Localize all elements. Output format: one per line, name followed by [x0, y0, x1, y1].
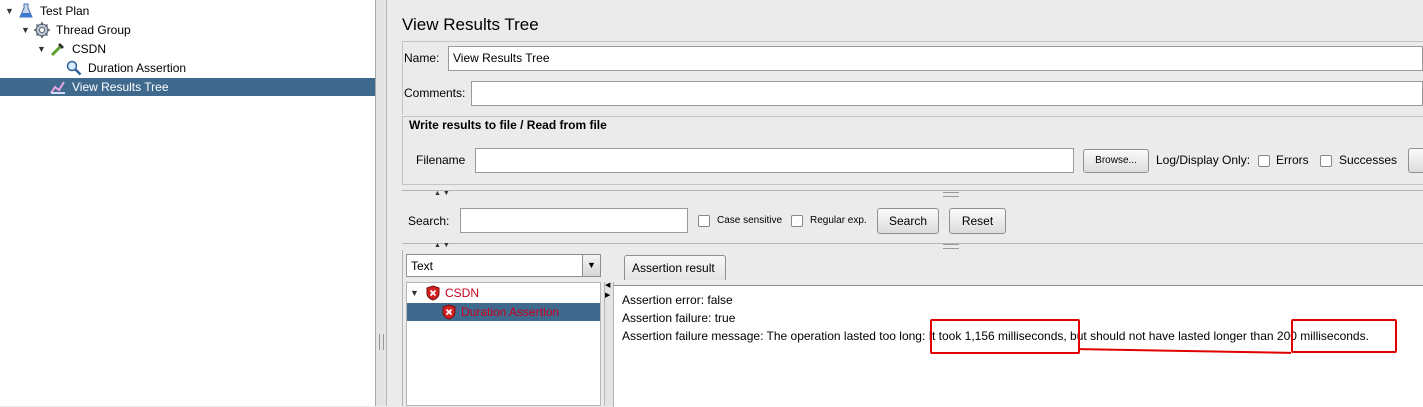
annotation-box-duration: [930, 319, 1080, 354]
case-sensitive-label: Case sensitive: [717, 215, 783, 226]
split-handle-icon[interactable]: [943, 192, 959, 197]
renderer-select[interactable]: Text ▼: [406, 254, 601, 277]
search-button[interactable]: Search: [877, 208, 939, 234]
tree-item-test-plan[interactable]: ▼ Test Plan: [0, 2, 375, 20]
file-section-title: Write results to file / Read from file: [409, 118, 607, 132]
renderer-selected-value: Text: [411, 259, 434, 273]
tree-item-thread-group[interactable]: ▼ Thread Group: [0, 21, 375, 39]
pane-splitter[interactable]: [376, 0, 387, 406]
name-label: Name:: [404, 51, 440, 65]
log-display-label: Log/Display Only:: [1156, 153, 1251, 167]
tree-item-label: Test Plan: [40, 4, 90, 18]
tree-item-csdn[interactable]: ▼ CSDN: [0, 40, 375, 58]
result-node-label: Duration Assertion: [461, 305, 560, 319]
regular-exp-checkbox[interactable]: [791, 215, 803, 227]
browse-button[interactable]: Browse...: [1083, 149, 1149, 173]
test-plan-tree: ▼ Test Plan ▼ Thread Group ▼ CSDN Durati…: [0, 0, 376, 406]
chevron-down-icon[interactable]: ▼: [582, 255, 600, 276]
tree-item-label: Thread Group: [56, 23, 131, 37]
error-shield-icon: [426, 285, 440, 301]
errors-label: Errors: [1276, 153, 1309, 167]
comments-label: Comments:: [404, 86, 466, 100]
regular-exp-label: Regular exp.: [810, 215, 867, 226]
collapse-left-arrow-icon[interactable]: ◀: [605, 282, 610, 290]
expand-collapse-arrows-icon[interactable]: ▲▼: [434, 190, 452, 197]
splitter-grip[interactable]: [379, 334, 384, 350]
tree-item-view-results-tree[interactable]: View Results Tree: [0, 78, 375, 96]
expand-collapse-arrows-icon[interactable]: ▲▼: [434, 242, 452, 249]
tab-label: Assertion result: [632, 261, 715, 275]
result-node-duration-assertion[interactable]: Duration Assertion: [407, 303, 600, 321]
collapse-arrow-icon[interactable]: ▼: [5, 2, 14, 20]
split-handle-icon[interactable]: [943, 244, 959, 249]
collapse-arrow-icon[interactable]: ▼: [21, 21, 30, 39]
page-title: View Results Tree: [402, 15, 539, 34]
tab-assertion-result[interactable]: Assertion result: [624, 255, 726, 280]
tree-item-label: View Results Tree: [72, 80, 169, 94]
tree-item-label: Duration Assertion: [88, 61, 187, 75]
collapse-arrow-icon[interactable]: ▼: [410, 284, 419, 302]
tree-item-duration-assertion[interactable]: Duration Assertion: [0, 59, 375, 77]
filename-field[interactable]: [475, 148, 1074, 173]
successes-checkbox[interactable]: [1320, 155, 1332, 167]
collapse-right-arrow-icon[interactable]: ▶: [605, 292, 610, 300]
collapse-arrow-icon[interactable]: ▼: [37, 40, 46, 58]
name-field[interactable]: View Results Tree: [448, 46, 1423, 71]
magnifier-icon: [66, 60, 82, 76]
tree-item-label: CSDN: [72, 42, 107, 56]
view-results-tree-panel: View Results Tree Name: View Results Tre…: [390, 0, 1423, 407]
comments-field[interactable]: [471, 81, 1423, 106]
flask-icon: [19, 3, 33, 18]
result-node-csdn[interactable]: ▼ CSDN: [407, 284, 600, 302]
divider: [402, 190, 1423, 191]
error-shield-icon: [442, 304, 456, 320]
gear-icon: [34, 22, 50, 38]
assertion-error-line: Assertion error: false: [622, 293, 733, 307]
results-icon: [50, 81, 65, 94]
errors-checkbox[interactable]: [1258, 155, 1270, 167]
filename-label: Filename: [416, 153, 466, 167]
pipette-icon: [50, 43, 64, 57]
search-input[interactable]: [460, 208, 688, 233]
results-tree: ▼ CSDN Duration Assertion: [406, 282, 601, 406]
result-node-label: CSDN: [445, 286, 480, 300]
message-mid: , but should not have lasted longer than: [1063, 329, 1274, 343]
case-sensitive-checkbox[interactable]: [698, 215, 710, 227]
divider: [402, 243, 1423, 244]
message-prefix: Assertion failure message: The operation…: [622, 329, 926, 343]
annotation-box-limit: [1291, 319, 1397, 353]
reset-button[interactable]: Reset: [949, 208, 1006, 234]
configure-button[interactable]: [1408, 148, 1423, 173]
successes-label: Successes: [1339, 153, 1398, 167]
search-label: Search:: [408, 214, 450, 228]
assertion-failure-line: Assertion failure: true: [622, 311, 736, 325]
